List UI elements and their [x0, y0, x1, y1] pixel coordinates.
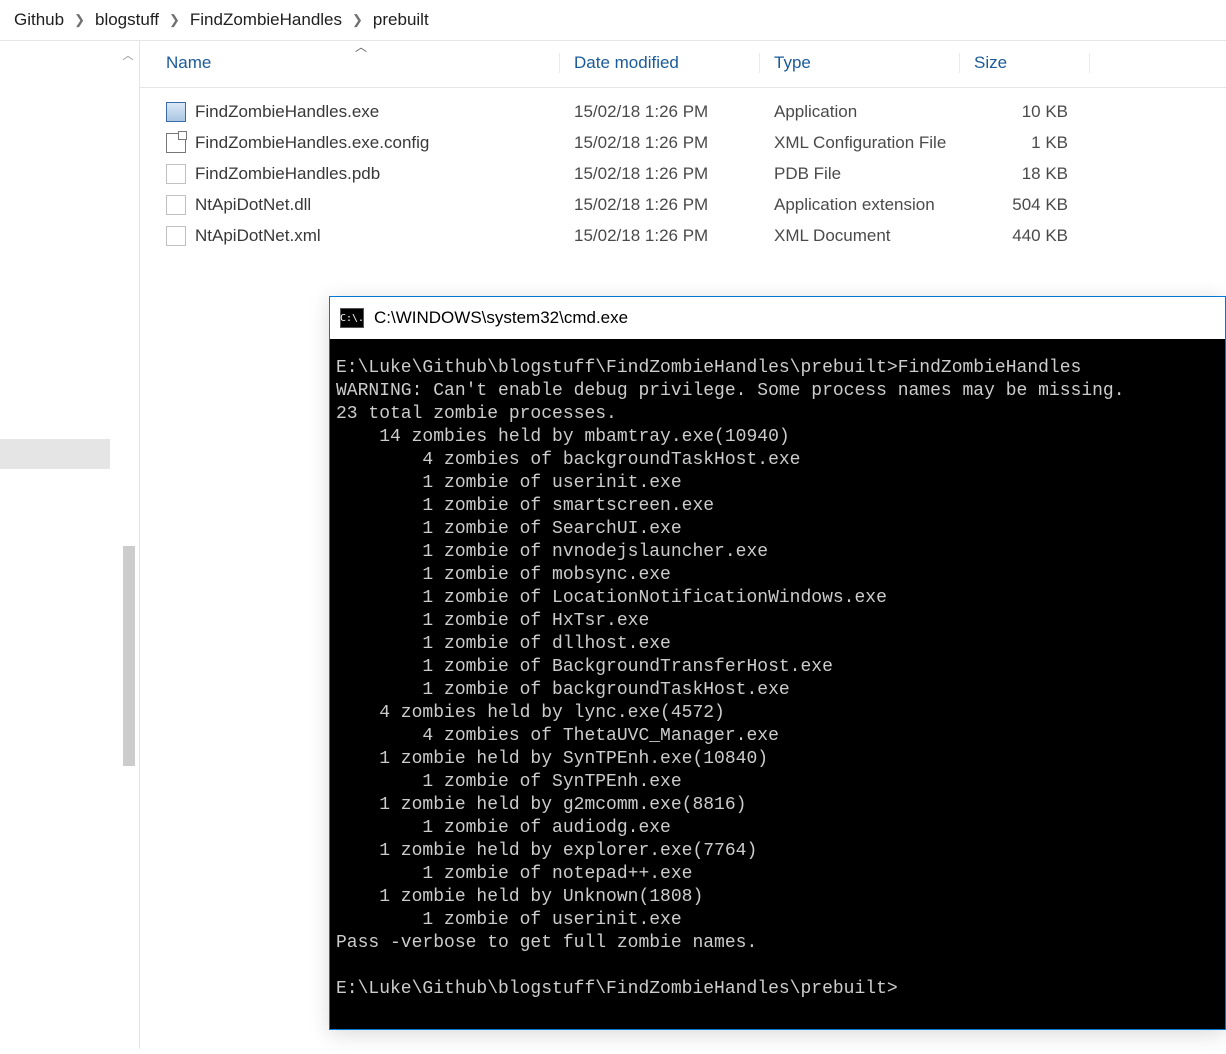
file-name: NtApiDotNet.xml — [195, 226, 321, 246]
breadcrumb[interactable]: Github ❯ blogstuff ❯ FindZombieHandles ❯ prebu… — [0, 0, 1226, 41]
file-date: 15/02/18 1:26 PM — [560, 195, 760, 215]
nav-pane[interactable]: ︿ — [0, 41, 140, 1049]
chevron-right-icon: ❯ — [74, 12, 85, 28]
file-type: XML Document — [760, 226, 960, 246]
col-header-name[interactable]: Name — [140, 53, 560, 73]
file-size: 504 KB — [960, 195, 1090, 215]
file-name: FindZombieHandles.exe — [195, 102, 379, 122]
column-headers: Name Date modified Type Size — [140, 41, 1226, 88]
config-icon — [166, 133, 186, 153]
col-header-type[interactable]: Type — [760, 53, 960, 73]
file-size: 440 KB — [960, 226, 1090, 246]
file-row[interactable]: FindZombieHandles.pdb 15/02/18 1:26 PMPDB… — [140, 158, 1226, 189]
file-type: Application extension — [760, 195, 960, 215]
col-header-date[interactable]: Date modified — [560, 53, 760, 73]
file-date: 15/02/18 1:26 PM — [560, 133, 760, 153]
file-date: 15/02/18 1:26 PM — [560, 226, 760, 246]
col-header-size[interactable]: Size — [960, 53, 1090, 73]
file-type: PDB File — [760, 164, 960, 184]
breadcrumb-segment[interactable]: prebuilt — [373, 10, 429, 30]
breadcrumb-segment[interactable]: FindZombieHandles — [190, 10, 342, 30]
file-icon — [166, 164, 186, 184]
breadcrumb-segment[interactable]: blogstuff — [95, 10, 159, 30]
file-size: 1 KB — [960, 133, 1090, 153]
file-name: FindZombieHandles.exe.config — [195, 133, 429, 153]
file-name: FindZombieHandles.pdb — [195, 164, 380, 184]
chevron-right-icon: ❯ — [169, 12, 180, 28]
file-row[interactable]: NtApiDotNet.dll 15/02/18 1:26 PMApplicati… — [140, 189, 1226, 220]
cmd-icon: C:\. — [340, 308, 364, 328]
file-name: NtApiDotNet.dll — [195, 195, 311, 215]
nav-scroll-up-icon[interactable]: ︿ — [120, 47, 136, 63]
cmd-window[interactable]: C:\. C:\WINDOWS\system32\cmd.exe E:\Luke… — [329, 296, 1226, 1030]
file-icon — [166, 195, 186, 215]
file-row[interactable]: FindZombieHandles.exe.config 15/02/18 1:2… — [140, 127, 1226, 158]
exe-icon — [166, 102, 186, 122]
file-rows: FindZombieHandles.exe15/02/18 1:26 PMApp… — [140, 88, 1226, 251]
cmd-output[interactable]: E:\Luke\Github\blogstuff\FindZombieHandl… — [330, 339, 1225, 1029]
cmd-titlebar[interactable]: C:\. C:\WINDOWS\system32\cmd.exe — [330, 297, 1225, 339]
nav-scrollbar-thumb[interactable] — [123, 546, 135, 766]
file-date: 15/02/18 1:26 PM — [560, 102, 760, 122]
nav-selected-item[interactable] — [0, 439, 110, 469]
file-type: Application — [760, 102, 960, 122]
file-size: 10 KB — [960, 102, 1090, 122]
file-row[interactable]: NtApiDotNet.xml 15/02/18 1:26 PMXML Docum… — [140, 220, 1226, 251]
explorer-main: ︿ ︿ Name Date modified Type Size FindZom… — [0, 41, 1226, 1049]
file-icon — [166, 226, 186, 246]
sort-indicator-icon[interactable]: ︿ — [355, 38, 367, 55]
breadcrumb-segment[interactable]: Github — [14, 10, 64, 30]
chevron-right-icon: ❯ — [352, 12, 363, 28]
cmd-title: C:\WINDOWS\system32\cmd.exe — [374, 308, 628, 328]
file-row[interactable]: FindZombieHandles.exe 15/02/18 1:26 PMApp… — [140, 96, 1226, 127]
file-size: 18 KB — [960, 164, 1090, 184]
file-list-pane: ︿ Name Date modified Type Size FindZombi… — [140, 41, 1226, 1049]
file-type: XML Configuration File — [760, 133, 960, 153]
file-date: 15/02/18 1:26 PM — [560, 164, 760, 184]
